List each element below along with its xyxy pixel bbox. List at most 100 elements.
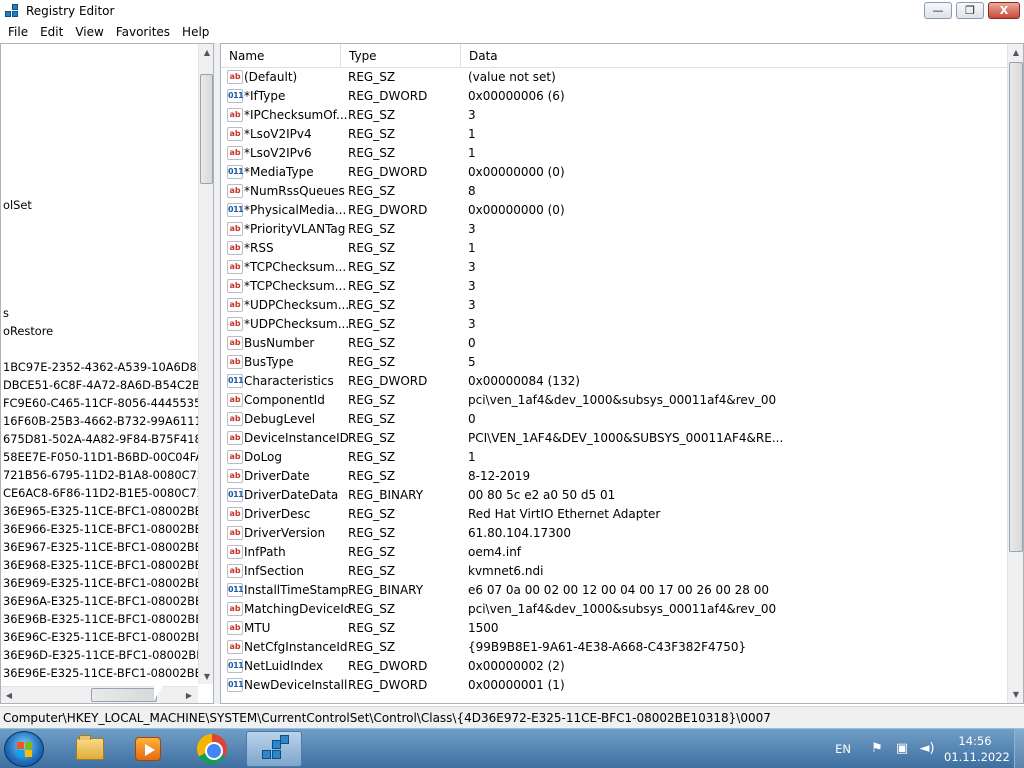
value-data: 1 [468,146,476,160]
value-row[interactable]: 011 *MediaType REG_DWORD 0x00000000 (0) [221,163,1007,182]
tree-item[interactable]: 36E96C-E325-11CE-BFC1-08002BE103 [3,628,198,646]
tree-item[interactable]: 36E965-E325-11CE-BFC1-08002BE103 [3,502,198,520]
scroll-up-icon[interactable]: ▲ [1008,44,1023,60]
value-row[interactable]: ab MTU REG_SZ 1500 [221,619,1007,638]
taskbar-explorer-button[interactable] [62,731,118,767]
value-name: DriverDate [244,469,310,483]
maximize-button[interactable]: ❐ [956,2,984,19]
value-row[interactable]: ab DriverDesc REG_SZ Red Hat VirtIO Etherne… [221,505,1007,524]
value-row[interactable]: ab BusType REG_SZ 5 [221,353,1007,372]
taskbar-registry-editor-button[interactable] [246,731,302,767]
show-desktop-button[interactable] [1014,729,1024,768]
value-row[interactable]: ab *TCPChecksum... REG_SZ 3 [221,258,1007,277]
value-name: *LsoV2IPv6 [244,146,312,160]
tree-item[interactable]: oRestore [3,322,198,340]
tree-item[interactable]: 36E96B-E325-11CE-BFC1-08002BE103 [3,610,198,628]
value-row[interactable]: ab NetCfgInstanceId REG_SZ {99B9B8E1-9A61-4… [221,638,1007,657]
volume-icon[interactable]: ◄) [919,741,935,757]
value-row[interactable]: ab MatchingDeviceId REG_SZ pci\ven_1af4&dev… [221,600,1007,619]
scroll-up-icon[interactable]: ▲ [199,44,213,60]
column-type[interactable]: Type [341,44,461,68]
value-row[interactable]: ab DoLog REG_SZ 1 [221,448,1007,467]
value-row[interactable]: 011 *IfType REG_DWORD 0x00000006 (6) [221,87,1007,106]
value-row[interactable]: ab BusNumber REG_SZ 0 [221,334,1007,353]
tree-item[interactable]: 36E968-E325-11CE-BFC1-08002BE103 [3,556,198,574]
tree-item[interactable]: 36E967-E325-11CE-BFC1-08002BE103 [3,538,198,556]
tree-item[interactable]: 36E96D-E325-11CE-BFC1-08002BE103 [3,646,198,664]
tree-item[interactable]: 36E96E-E325-11CE-BFC1-08002BE103 [3,664,198,682]
start-button[interactable] [4,731,44,767]
tree-item[interactable]: DBCE51-6C8F-4A72-8A6D-B54C2B4FC [3,376,198,394]
tree-item[interactable]: FC9E60-C465-11CF-8056-44455354000 [3,394,198,412]
value-row[interactable]: ab *NumRssQueues REG_SZ 8 [221,182,1007,201]
tree-item[interactable]: CE6AC8-6F86-11D2-B1E5-0080C72E74 [3,484,198,502]
folder-icon [76,735,104,760]
value-row[interactable]: ab DebugLevel REG_SZ 0 [221,410,1007,429]
close-button[interactable]: X [988,2,1020,19]
value-row[interactable]: ab *RSS REG_SZ 1 [221,239,1007,258]
value-row[interactable]: ab DeviceInstanceID REG_SZ PCI\VEN_1AF4&DEV… [221,429,1007,448]
menu-file[interactable]: File [2,22,34,42]
scroll-right-icon[interactable]: ▶ [181,687,197,703]
menu-view[interactable]: View [69,22,109,42]
column-name[interactable]: Name [221,44,341,68]
tree-item[interactable]: 675D81-502A-4A82-9F84-B75F418C5D [3,430,198,448]
tree-vertical-scroll-thumb[interactable] [200,74,213,184]
tree-horizontal-scroll-thumb[interactable] [91,688,157,702]
tree-item[interactable]: 36E969-E325-11CE-BFC1-08002BE103 [3,574,198,592]
value-row[interactable]: ab *TCPChecksum... REG_SZ 3 [221,277,1007,296]
tree-item[interactable]: 36E966-E325-11CE-BFC1-08002BE103 [3,520,198,538]
tree-item[interactable]: 58EE7E-F050-11D1-B6BD-00C04FA372 [3,448,198,466]
value-row[interactable]: 011 NetLuidIndex REG_DWORD 0x00000002 (2) [221,657,1007,676]
tree-item[interactable]: 721B56-6795-11D2-B1A8-0080C72E74 [3,466,198,484]
tree-item[interactable]: 1BC97E-2352-4362-A539-10A6D8FF75 [3,358,198,376]
value-row[interactable]: 011 InstallTimeStamp REG_BINARY e6 07 0a 00… [221,581,1007,600]
scroll-left-icon[interactable]: ◀ [1,687,17,703]
value-data: 00 80 5c e2 a0 50 d5 01 [468,488,616,502]
tree-item[interactable]: 36E96A-E325-11CE-BFC1-08002BE103 [3,592,198,610]
value-row[interactable]: ab (Default) REG_SZ (value not set) [221,68,1007,87]
value-row[interactable]: ab *LsoV2IPv6 REG_SZ 1 [221,144,1007,163]
value-row[interactable]: ab ComponentId REG_SZ pci\ven_1af4&dev_1000… [221,391,1007,410]
value-row[interactable]: ab *IPChecksumOf... REG_SZ 3 [221,106,1007,125]
values-vertical-scrollbar[interactable]: ▲ ▼ [1007,44,1023,703]
value-row[interactable]: 011 Characteristics REG_DWORD 0x00000084 (1… [221,372,1007,391]
value-row[interactable]: ab InfPath REG_SZ oem4.inf [221,543,1007,562]
values-pane[interactable]: Name Type Data ab (Default) REG_SZ (value n… [220,43,1024,704]
value-row[interactable]: ab DriverDate REG_SZ 8-12-2019 [221,467,1007,486]
value-row[interactable]: ab *PriorityVLANTag REG_SZ 3 [221,220,1007,239]
minimize-button[interactable]: — [924,2,952,19]
scroll-down-icon[interactable]: ▼ [1008,686,1023,702]
key-tree-pane[interactable]: olSet s oRestore 1BC97E-2352-4362-A539-10A6… [0,43,214,704]
value-name: *MediaType [244,165,314,179]
tree-vertical-scrollbar[interactable]: ▲ ▼ [198,44,213,684]
value-row[interactable]: ab InfSection REG_SZ kvmnet6.ndi [221,562,1007,581]
column-data[interactable]: Data [461,44,1007,68]
action-center-icon[interactable]: ⚑ [869,741,885,757]
value-name: *LsoV2IPv4 [244,127,312,141]
menu-edit[interactable]: Edit [34,22,69,42]
value-type: REG_SZ [348,602,396,616]
scroll-down-icon[interactable]: ▼ [199,668,213,684]
language-indicator[interactable]: EN [835,742,851,756]
taskbar-chrome-button[interactable] [184,731,240,767]
tree-horizontal-scrollbar[interactable]: ◀ ▶ [1,686,198,703]
tree-item[interactable]: s [3,304,198,322]
value-data: e6 07 0a 00 02 00 12 00 04 00 17 00 26 0… [468,583,769,597]
value-row[interactable]: ab *UDPChecksum... REG_SZ 3 [221,315,1007,334]
value-row[interactable]: 011 DriverDateData REG_BINARY 00 80 5c e2 a… [221,486,1007,505]
value-row[interactable]: ab *UDPChecksum... REG_SZ 3 [221,296,1007,315]
value-row[interactable]: ab DriverVersion REG_SZ 61.80.104.17300 [221,524,1007,543]
clock[interactable]: 14:56 01.11.2022 [944,733,1010,765]
value-row[interactable]: 011 NewDeviceInstall REG_DWORD 0x00000001 (… [221,676,1007,695]
network-disconnected-icon[interactable]: ▣ [894,741,910,757]
tree-item[interactable]: 16F60B-25B3-4662-B732-99A6111EDC [3,412,198,430]
menu-help[interactable]: Help [176,22,215,42]
tree-item[interactable]: olSet [3,196,198,214]
value-row[interactable]: ab *LsoV2IPv4 REG_SZ 1 [221,125,1007,144]
menu-favorites[interactable]: Favorites [110,22,176,42]
values-vertical-scroll-thumb[interactable] [1009,62,1023,552]
value-name: BusNumber [244,336,315,350]
value-row[interactable]: 011 *PhysicalMedia... REG_DWORD 0x00000000 … [221,201,1007,220]
taskbar-media-player-button[interactable] [120,731,176,767]
